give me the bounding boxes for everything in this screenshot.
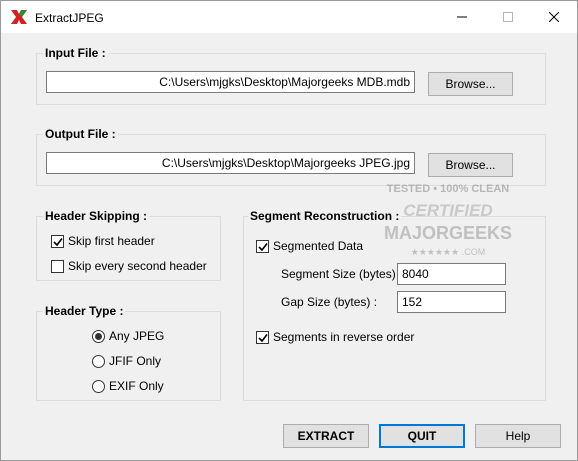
header-skipping-label: Header Skipping : (43, 209, 150, 223)
radio-selected-dot (95, 332, 102, 340)
output-file-path-field[interactable] (46, 152, 415, 174)
jfif-only-radio-circle[interactable] (92, 354, 105, 368)
checkmark-icon (53, 237, 63, 246)
exif-only-radio-circle[interactable] (92, 379, 105, 393)
segment-reconstruction-label: Segment Reconstruction : (248, 209, 402, 223)
output-file-label: Output File : (43, 127, 118, 141)
input-file-path-field[interactable] (46, 71, 415, 93)
any-jpeg-label: Any JPEG (109, 329, 165, 343)
input-browse-button[interactable]: Browse... (428, 72, 513, 96)
segmented-data-checkbox[interactable]: Segmented Data (256, 238, 363, 254)
any-jpeg-radio[interactable]: Any JPEG (92, 328, 164, 344)
skip-first-header-label: Skip first header (68, 234, 155, 248)
segmented-data-box[interactable] (256, 239, 269, 253)
any-jpeg-radio-circle[interactable] (92, 329, 105, 343)
gap-size-label: Gap Size (bytes) : (281, 295, 378, 309)
segments-reverse-order-box[interactable] (256, 330, 269, 344)
jfif-only-label: JFIF Only (109, 354, 162, 368)
exif-only-radio[interactable]: EXIF Only (92, 378, 164, 394)
checkmark-icon (258, 242, 268, 251)
segment-size-input[interactable] (397, 263, 506, 285)
skip-every-second-header-checkbox[interactable]: Skip every second header (51, 258, 207, 274)
maximize-icon (503, 12, 513, 22)
watermark-line1: TESTED • 100% CLEAN (387, 183, 509, 195)
segment-size-label: Segment Size (bytes) : (281, 267, 403, 281)
skip-every-second-header-label: Skip every second header (68, 259, 207, 273)
skip-first-header-box[interactable] (51, 234, 64, 248)
close-button[interactable] (531, 1, 577, 33)
close-icon (549, 12, 559, 22)
minimize-icon (457, 16, 467, 18)
segments-reverse-order-label: Segments in reverse order (273, 330, 415, 344)
title-bar[interactable]: ExtractJPEG (1, 1, 577, 33)
minimize-button[interactable] (439, 1, 485, 33)
maximize-button[interactable] (485, 1, 531, 33)
extractjpeg-window: ExtractJPEG Input File : Browse... Outpu… (0, 0, 578, 461)
input-file-label: Input File : (43, 46, 108, 60)
checkmark-icon (258, 333, 268, 342)
skip-first-header-checkbox[interactable]: Skip first header (51, 233, 155, 249)
skip-every-second-header-box[interactable] (51, 259, 64, 273)
help-button[interactable]: Help (475, 424, 561, 448)
app-x-icon (11, 10, 27, 24)
extract-button[interactable]: EXTRACT (283, 424, 369, 448)
quit-button[interactable]: QUIT (379, 424, 465, 448)
gap-size-input[interactable] (397, 291, 506, 313)
segments-reverse-order-checkbox[interactable]: Segments in reverse order (256, 329, 414, 345)
window-title: ExtractJPEG (35, 11, 104, 25)
header-type-label: Header Type : (43, 304, 126, 318)
exif-only-label: EXIF Only (109, 379, 164, 393)
jfif-only-radio[interactable]: JFIF Only (92, 353, 161, 369)
output-browse-button[interactable]: Browse... (428, 153, 513, 177)
segmented-data-label: Segmented Data (273, 239, 364, 253)
